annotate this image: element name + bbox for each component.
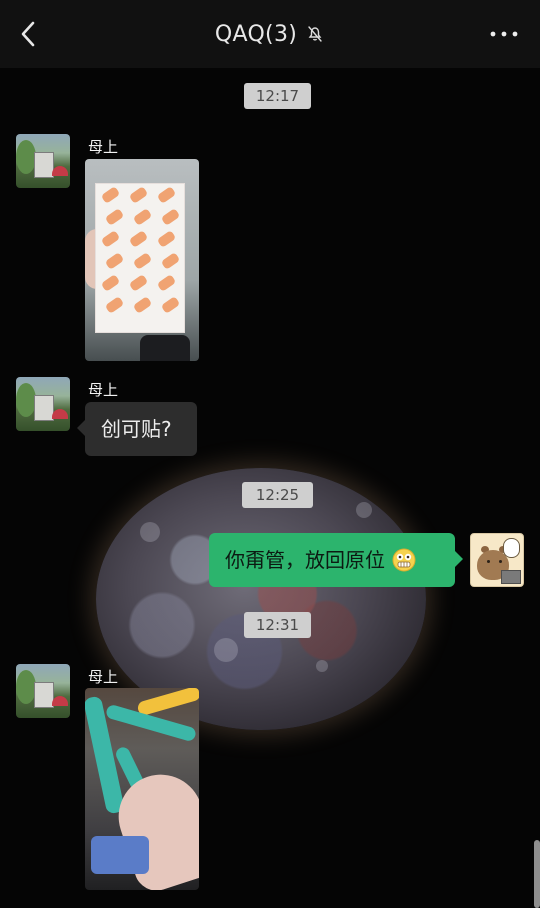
capybara-eye xyxy=(499,560,502,563)
bandage-patch xyxy=(132,252,153,270)
bandage-patch xyxy=(100,274,121,292)
bandage-patch xyxy=(104,208,125,226)
avatar[interactable] xyxy=(470,533,524,587)
tree-shape xyxy=(16,670,36,704)
timestamp-badge: 12:17 xyxy=(244,83,311,109)
bell-off-icon xyxy=(308,26,322,42)
umbrella-shape xyxy=(52,696,68,706)
bandage-patch xyxy=(160,252,181,270)
bandage-patch xyxy=(104,296,125,314)
grimacing-face-icon xyxy=(392,548,416,572)
thought-bubble-icon xyxy=(503,538,520,558)
sender-name: 母上 xyxy=(88,138,119,156)
moon-crater xyxy=(214,638,238,662)
message-text: 你甭管，放回原位 xyxy=(225,548,385,572)
avatar[interactable] xyxy=(16,664,70,718)
sender-name: 母上 xyxy=(88,668,119,686)
bag-shape xyxy=(91,836,149,874)
bandage-patch xyxy=(160,296,181,314)
bandage-patch xyxy=(132,208,153,226)
bandage-patch xyxy=(132,296,153,314)
tree-shape xyxy=(16,383,36,417)
yellow-handle xyxy=(136,688,199,717)
bandage-patch xyxy=(128,230,149,248)
outgoing-text-message[interactable]: 你甭管，放回原位 xyxy=(209,533,463,587)
moon-crater xyxy=(316,660,328,672)
avatar[interactable] xyxy=(16,134,70,188)
image-message[interactable] xyxy=(85,159,199,361)
bandage-patch xyxy=(156,230,177,248)
umbrella-shape xyxy=(52,409,68,419)
chat-header: QAQ(3) xyxy=(0,0,540,68)
ellipsis-icon[interactable] xyxy=(488,22,520,46)
title-row: QAQ(3) xyxy=(0,0,540,68)
image-message[interactable] xyxy=(85,688,199,890)
shadow-shape xyxy=(140,335,190,361)
moon-crater xyxy=(356,502,372,518)
bandage-patch xyxy=(100,186,121,204)
sender-name: 母上 xyxy=(88,381,119,399)
bandage-sheet xyxy=(95,183,185,333)
umbrella-shape xyxy=(52,166,68,176)
capybara-eye xyxy=(487,560,490,563)
timestamp-badge: 12:25 xyxy=(242,482,313,508)
bandage-patch xyxy=(156,274,177,292)
scrollbar[interactable] xyxy=(534,840,540,908)
chat-screen: QAQ(3) 12:17 母上 母上 创可贴? 12:25 你甭管，放回原位 1… xyxy=(0,0,540,908)
bandage-patch xyxy=(104,252,125,270)
bandage-patch xyxy=(156,186,177,204)
house-shape xyxy=(34,152,54,178)
message-text: 创可贴? xyxy=(101,417,172,441)
bandage-patch xyxy=(128,186,149,204)
house-shape xyxy=(34,395,54,421)
tree-shape xyxy=(16,140,36,174)
bandage-patch xyxy=(160,208,181,226)
timestamp-badge: 12:31 xyxy=(244,612,311,638)
house-shape xyxy=(34,682,54,708)
bandage-patch xyxy=(128,274,149,292)
avatar[interactable] xyxy=(16,377,70,431)
laptop-icon xyxy=(501,570,521,584)
chat-title: QAQ(3) xyxy=(214,21,298,47)
incoming-text-message[interactable]: 创可贴? xyxy=(77,402,197,456)
moon-crater xyxy=(140,522,160,542)
bandage-patch xyxy=(100,230,121,248)
